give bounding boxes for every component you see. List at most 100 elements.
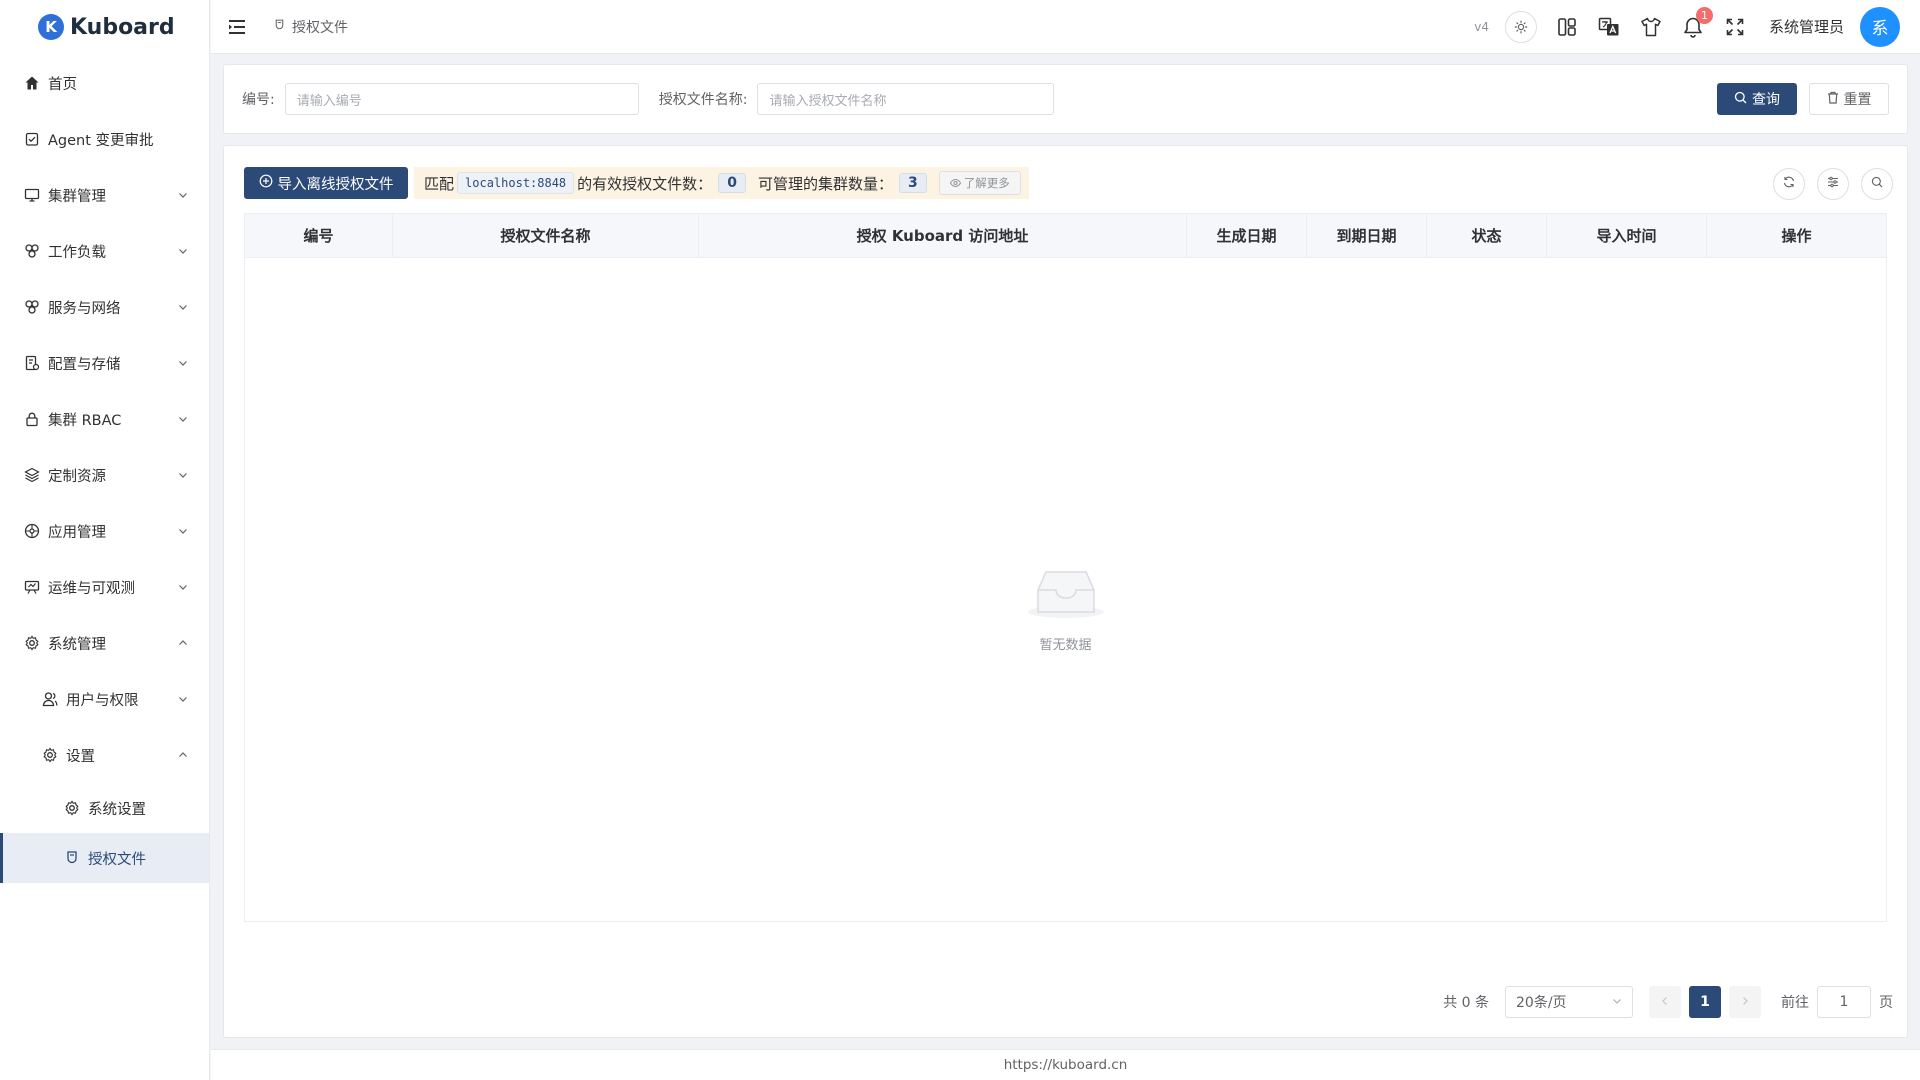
learn-more-label: 了解更多 [963, 176, 1010, 190]
column-header[interactable]: 授权文件名称 [393, 214, 699, 257]
header-actions: v4 1 系统管理员 系 [1474, 6, 1900, 47]
menu-toggle-icon[interactable] [227, 17, 247, 37]
sidebar-item-workloads[interactable]: 工作负载 [0, 223, 209, 279]
table-header: 编号 授权文件名称 授权 Kuboard 访问地址 生成日期 到期日期 状态 导… [245, 214, 1886, 258]
avatar[interactable]: 系 [1860, 6, 1900, 47]
search-panel: 编号: 请输入编号 授权文件名称: 请输入授权文件名称 查询 重置 [223, 64, 1908, 134]
notification-badge: 1 [1695, 6, 1713, 24]
column-header[interactable]: 到期日期 [1307, 214, 1427, 257]
name-field-label: 授权文件名称: [658, 92, 748, 108]
goto-label: 前往 [1781, 995, 1809, 1011]
lock-icon [22, 409, 42, 429]
sidebar-item-app-management[interactable]: 应用管理 [0, 503, 209, 559]
page-suffix: 页 [1879, 995, 1893, 1011]
gear-icon [22, 633, 42, 653]
column-header[interactable]: 状态 [1427, 214, 1547, 257]
search-icon [1734, 91, 1747, 107]
sidebar-item-users-permissions[interactable]: 用户与权限 [0, 671, 209, 727]
config-icon [22, 353, 42, 373]
monitor-icon [22, 185, 42, 205]
sidebar-item-settings[interactable]: 设置 [0, 727, 209, 783]
search-toggle-button[interactable] [1861, 168, 1893, 200]
sidebar-item-ops-observability[interactable]: 运维与可观测 [0, 559, 209, 615]
sidebar-item-label: 系统设置 [88, 801, 146, 818]
top-header: 授权文件 v4 1 系统管理员 系 [211, 0, 1920, 54]
column-header[interactable]: 授权 Kuboard 访问地址 [699, 214, 1187, 257]
sidebar-item-label: 首页 [48, 76, 77, 93]
valid-text: 的有效授权文件数： [577, 174, 713, 193]
sidebar-item-label: 集群管理 [48, 188, 106, 205]
cluster-count: 3 [898, 173, 927, 193]
home-icon [22, 73, 42, 93]
reset-label: 重置 [1843, 91, 1872, 107]
goto-page-input[interactable]: 1 [1817, 986, 1871, 1018]
column-header[interactable]: 导入时间 [1547, 214, 1707, 257]
column-settings-button[interactable] [1817, 168, 1849, 200]
tshirt-icon[interactable] [1639, 15, 1663, 39]
sidebar-item-agent-approval[interactable]: Agent 变更审批 [0, 111, 209, 167]
refresh-button[interactable] [1773, 168, 1805, 200]
chevron-up-icon [177, 637, 189, 649]
page-size-select[interactable]: 20条/页 [1505, 986, 1633, 1018]
license-icon [273, 18, 286, 36]
sidebar-item-home[interactable]: 首页 [0, 55, 209, 111]
chevron-right-icon [1740, 994, 1750, 1010]
prev-page-button[interactable] [1649, 986, 1681, 1018]
sidebar-item-label: 用户与权限 [66, 692, 139, 709]
chevron-up-icon [177, 749, 189, 761]
code-search-input[interactable]: 请输入编号 [284, 83, 639, 115]
app-name: Kuboard [70, 14, 175, 40]
goto-value: 1 [1839, 994, 1849, 1010]
layout-icon[interactable] [1555, 15, 1579, 39]
table-tools [1773, 168, 1893, 200]
workload-icon [22, 241, 42, 261]
sidebar-item-license-files[interactable]: 授权文件 [0, 833, 209, 883]
sidebar: K Kuboard 首页 Agent 变更审批 集群管理 工作负载 服务与网络 [0, 0, 210, 1080]
license-icon [62, 848, 82, 868]
username[interactable]: 系统管理员 [1769, 16, 1844, 37]
chevron-down-icon [177, 693, 189, 705]
license-match-info: 匹配 localhost:8848 的有效授权文件数： 0 可管理的集群数量： … [414, 167, 1029, 199]
sidebar-item-custom-resources[interactable]: 定制资源 [0, 447, 209, 503]
sidebar-item-label: 授权文件 [88, 851, 146, 868]
refresh-icon [1783, 176, 1795, 192]
sidebar-item-service-network[interactable]: 服务与网络 [0, 279, 209, 335]
bell-icon[interactable]: 1 [1681, 6, 1713, 39]
column-header[interactable]: 编号 [245, 214, 393, 257]
chevron-down-icon [177, 469, 189, 481]
name-search-input[interactable]: 请输入授权文件名称 [757, 83, 1055, 115]
reset-button[interactable]: 重置 [1809, 83, 1889, 115]
eye-icon [949, 176, 961, 190]
query-button[interactable]: 查询 [1717, 83, 1797, 115]
footer-link[interactable]: https://kuboard.cn [1004, 1057, 1128, 1073]
fullscreen-icon[interactable] [1723, 15, 1747, 39]
translate-icon[interactable] [1597, 15, 1621, 39]
empty-state: 暂无数据 [245, 568, 1886, 653]
column-header[interactable]: 生成日期 [1187, 214, 1307, 257]
chevron-down-icon [177, 245, 189, 257]
sidebar-item-system-management[interactable]: 系统管理 [0, 615, 209, 671]
sidebar-item-cluster-management[interactable]: 集群管理 [0, 167, 209, 223]
theme-toggle-button[interactable] [1504, 10, 1537, 43]
valid-count: 0 [718, 173, 746, 193]
sidebar-item-label: Agent 变更审批 [48, 132, 154, 149]
code-placeholder: 请输入编号 [296, 93, 362, 109]
name-placeholder: 请输入授权文件名称 [769, 93, 887, 109]
code-field-label: 编号: [242, 92, 275, 108]
sidebar-item-system-settings[interactable]: 系统设置 [0, 783, 209, 833]
network-icon [22, 297, 42, 317]
next-page-button[interactable] [1729, 986, 1761, 1018]
column-header[interactable]: 操作 [1707, 214, 1886, 257]
breadcrumb-current[interactable]: 授权文件 [292, 17, 348, 37]
page-number-current[interactable]: 1 [1689, 986, 1721, 1018]
sidebar-item-label: 应用管理 [48, 524, 106, 541]
app-logo[interactable]: K Kuboard [0, 0, 209, 54]
gear-icon [40, 745, 60, 765]
host-chip: localhost:8848 [457, 172, 575, 194]
learn-more-button[interactable]: 了解更多 [938, 171, 1021, 195]
chevron-down-icon [177, 301, 189, 313]
chevron-down-icon [177, 357, 189, 369]
sidebar-item-cluster-rbac[interactable]: 集群 RBAC [0, 391, 209, 447]
sidebar-item-config-storage[interactable]: 配置与存储 [0, 335, 209, 391]
import-license-button[interactable]: 导入离线授权文件 [244, 167, 408, 199]
